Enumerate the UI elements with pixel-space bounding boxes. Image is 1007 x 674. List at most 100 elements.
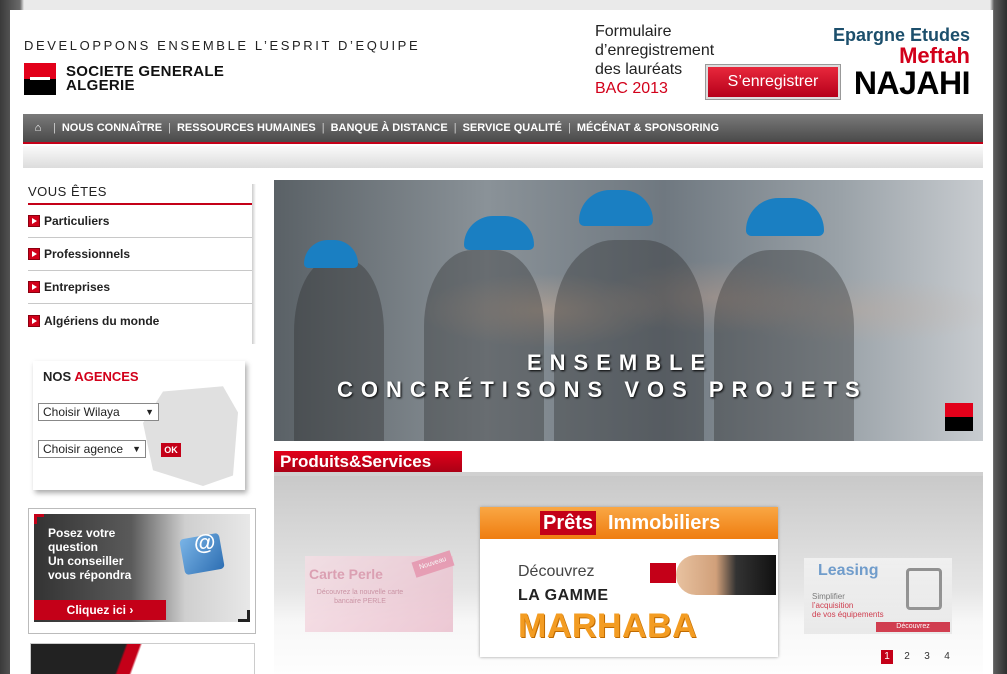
menu-item-algeriens-du-monde[interactable]: Algériens du monde — [28, 304, 252, 337]
menu-item-label: Algériens du monde — [44, 313, 160, 328]
prets-label: Prêts — [540, 511, 597, 535]
register-button[interactable]: S’enregistrer — [706, 65, 840, 99]
nav-ressources-humaines[interactable]: RESSOURCES HUMAINES — [177, 122, 316, 134]
nav-mecenat-sponsoring[interactable]: MÉCÉNAT & SPONSORING — [577, 122, 719, 134]
hero-banner[interactable]: ENSEMBLE CONCRÉTISONS VOS PROJETS — [274, 180, 983, 441]
menu-item-entreprises[interactable]: Entreprises — [28, 271, 252, 304]
logo-text: SOCIETE GENERALE ALGERIE — [66, 64, 224, 94]
helmet-icon — [746, 198, 824, 236]
hero-person — [294, 260, 384, 441]
helmet-icon — [579, 190, 653, 226]
arrow-right-icon — [28, 281, 40, 293]
conseil-line-2: question — [48, 540, 98, 554]
cliquez-ici-label: Cliquez ici — [66, 603, 126, 617]
bac-line-2: d’enregistrement — [595, 42, 715, 59]
decouvrez-label: Découvrez — [518, 563, 595, 580]
nav-banque-a-distance[interactable]: BANQUE À DISTANCE — [331, 122, 448, 134]
epargne-line-3: NAJAHI — [853, 65, 971, 101]
arrow-right-icon — [28, 215, 40, 227]
prets-immobiliers-band: Prêts Immobiliers — [480, 507, 778, 539]
wilaya-select[interactable]: Choisir Wilaya ▼ — [38, 403, 159, 421]
epargne-line-1: Epargne Etudes — [832, 25, 970, 45]
key-hand-image — [676, 555, 776, 595]
logo-mark-icon — [24, 63, 56, 95]
pager-item[interactable]: 4 — [941, 650, 953, 664]
vous-etes-menu: VOUS ÊTES Particuliers Professionnels En… — [28, 184, 252, 337]
menu-item-label: Particuliers — [44, 214, 110, 228]
house-icon — [650, 563, 676, 583]
menu-shadow — [252, 184, 256, 344]
menu-item-label: Entreprises — [44, 280, 111, 294]
tagline: DEVELOPPONS ENSEMBLE L’ESPRIT D’EQUIPE — [24, 38, 421, 53]
conseil-line-4: vous répondra — [48, 568, 132, 582]
nav-service-qualite[interactable]: SERVICE QUALITÉ — [463, 122, 562, 134]
leasing-sub-2: l’acquisition — [812, 601, 854, 610]
conseil-line-3: Un conseiller — [48, 554, 124, 568]
chevron-down-icon: ▼ — [145, 407, 154, 417]
carte-perle-card[interactable]: Carte Perle Découvrez la nouvelle carte … — [305, 550, 455, 632]
epargne-etudes-banner[interactable]: Epargne Etudes Meftah NAJAHI — [830, 25, 971, 101]
epargne-line-2: Meftah — [899, 43, 970, 68]
bac-line-3: des lauréats — [595, 61, 683, 78]
at-sign-icon: @ — [194, 530, 216, 555]
products-carousel: Carte Perle Découvrez la nouvelle carte … — [274, 476, 983, 674]
chevron-down-icon: ▼ — [132, 444, 141, 454]
la-gamme-label: LA GAMME — [518, 587, 609, 604]
nav-separator: | — [568, 122, 571, 134]
nav-separator: | — [168, 122, 171, 134]
leasing-subtitle: Simplifier l’acquisition de vos équipeme… — [812, 592, 884, 619]
carte-perle-title: Carte Perle — [309, 566, 383, 582]
logo-line-2: ALGERIE — [66, 77, 135, 94]
menu-item-particuliers[interactable]: Particuliers — [28, 205, 252, 238]
arrow-right-icon — [28, 314, 40, 327]
marhaba-label: MARHABA — [518, 607, 698, 645]
corner-decoration — [34, 514, 44, 524]
agence-select-value: Choisir agence — [43, 442, 124, 456]
arrow-right-icon — [28, 248, 40, 260]
agences-title-prefix: NOS — [43, 369, 72, 384]
sub-nav-bar — [23, 146, 983, 168]
pager-item[interactable]: 2 — [901, 650, 913, 664]
leasing-title: Leasing — [818, 562, 879, 579]
leasing-sub-1: Simplifier — [812, 592, 845, 601]
leasing-decouvrez-button[interactable]: Découvrez — [876, 622, 950, 632]
pager-item[interactable]: 3 — [921, 650, 933, 664]
carousel-pager: 1 2 3 4 — [881, 650, 953, 664]
agences-title: NOS AGENCES — [43, 369, 139, 384]
helmet-icon — [464, 216, 534, 250]
cliquez-ici-button[interactable]: Cliquez ici › — [34, 600, 166, 620]
nav-separator: | — [453, 122, 457, 134]
leasing-sub-3: de vos équipements — [812, 610, 884, 619]
vous-etes-title: VOUS ÊTES — [28, 184, 252, 205]
societe-generale-logo[interactable]: SOCIETE GENERALE ALGERIE — [24, 63, 224, 95]
nav-nous-connaitre[interactable]: NOUS CONNAÎTRE — [62, 122, 162, 134]
conseiller-banner[interactable]: Posez votre question Un conseiller vous … — [28, 508, 256, 634]
hero-person — [714, 250, 854, 441]
nav-separator: | — [321, 122, 325, 134]
leasing-card[interactable]: Leasing Simplifier l’acquisition de vos … — [804, 558, 952, 634]
hero-headline-2: CONCRÉTISONS VOS PROJETS — [337, 377, 868, 402]
wilaya-select-value: Choisir Wilaya — [43, 405, 120, 419]
hero-headline-1: ENSEMBLE — [527, 350, 714, 375]
ok-button[interactable]: OK — [161, 443, 181, 457]
agence-select[interactable]: Choisir agence ▼ — [38, 440, 146, 458]
promo-banner-partial[interactable] — [30, 643, 255, 674]
nouveau-ribbon: Nouveau — [411, 550, 455, 578]
agences-finder: NOS AGENCES Choisir Wilaya ▼ Choisir age… — [33, 361, 245, 490]
prets-immobiliers-card[interactable]: Prêts Immobiliers Découvrez LA GAMME MAR… — [480, 507, 778, 657]
bac-year: BAC 2013 — [595, 80, 668, 97]
menu-item-professionnels[interactable]: Professionnels — [28, 238, 252, 271]
menu-item-label: Professionnels — [44, 247, 131, 261]
hero-person — [424, 250, 544, 441]
produits-services-title: Produits&Services — [274, 451, 462, 473]
page: DEVELOPPONS ENSEMBLE L’ESPRIT D’EQUIPE S… — [10, 10, 993, 674]
pager-item[interactable]: 1 — [881, 650, 893, 664]
home-icon[interactable]: ⌂ — [29, 122, 47, 134]
bac-registration-banner[interactable]: Formulaire d’enregistrement des lauréats… — [595, 22, 714, 98]
corner-decoration — [238, 610, 250, 622]
conseiller-text: Posez votre question Un conseiller vous … — [48, 526, 131, 582]
agences-title-highlight: AGENCES — [74, 369, 139, 384]
societe-generale-badge-icon — [945, 403, 973, 431]
conseiller-banner-inner: Posez votre question Un conseiller vous … — [34, 514, 250, 622]
bac-line-1: Formulaire — [595, 23, 672, 40]
